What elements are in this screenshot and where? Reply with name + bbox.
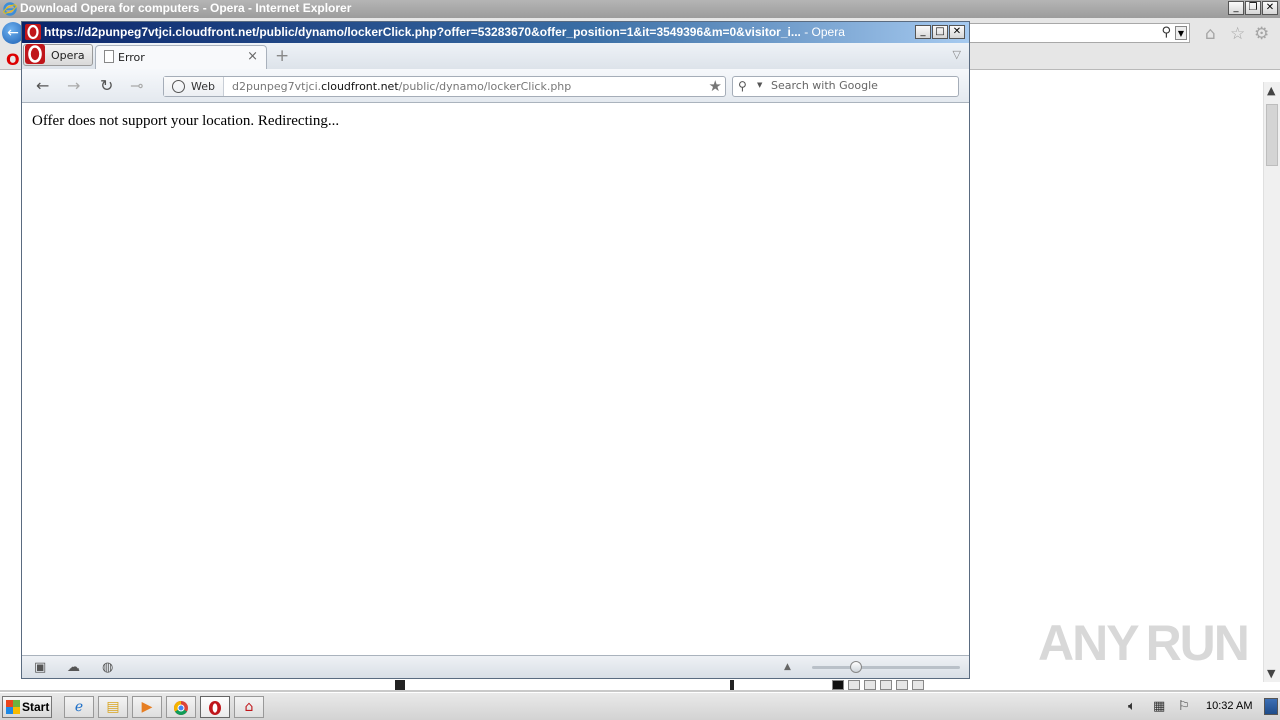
opera-turbo-gauge-icon[interactable]: ◍ [102,660,113,675]
ie-scroll-thumb[interactable] [1266,104,1278,166]
page-icon [880,680,892,690]
page-icon [848,680,860,690]
taskbar-opera-installer-icon[interactable]: ⌂ [234,696,264,718]
zoom-menu-arrow-icon[interactable]: ▲ [784,662,791,672]
home-icon[interactable]: ⌂ [1205,24,1216,44]
page-divider [730,680,734,690]
favorites-star-icon[interactable]: ☆ [1230,24,1245,44]
ie-search-icon[interactable]: ⚲ [1161,25,1171,40]
bookmark-star-icon[interactable]: ★ [709,77,722,95]
opera-titlebar[interactable]: https://d2punpeg7vtjci.cloudfront.net/pu… [22,22,969,43]
scroll-up-arrow-icon[interactable]: ▲ [1267,84,1275,97]
tab-list-chevron-icon[interactable]: ▽ [953,48,961,61]
search-box[interactable]: ⚲ ▼ [732,76,959,97]
taskbar-opera-icon[interactable] [200,696,230,718]
address-bar[interactable]: Web d2punpeg7vtjci.cloudfront.net/public… [163,76,726,97]
opera-window: https://d2punpeg7vtjci.cloudfront.net/pu… [21,21,970,679]
opera-taskbar-logo-icon [209,701,221,715]
address-url[interactable]: d2punpeg7vtjci.cloudfront.net/public/dyn… [232,80,571,93]
ie-vertical-scrollbar[interactable]: ▲ ▼ [1263,82,1280,682]
key-icon[interactable]: ⊸ [130,76,143,95]
watermark-text-left: ANY [1038,615,1140,671]
ie-address-dropdown-icon[interactable]: ▼ [1175,26,1187,40]
ie-titlebar: Download Opera for computers - Opera - I… [0,0,1280,18]
taskbar-file-explorer-icon[interactable]: ▤ [98,696,128,718]
gear-icon[interactable]: ⚙ [1254,24,1269,44]
opera-navigation-bar: ← → ↻ ⊸ Web d2punpeg7vtjci.cloudfront.ne… [22,69,969,103]
opera-menu-button[interactable]: Opera [23,44,93,66]
taskbar-internet-explorer-icon[interactable]: ℯ [64,696,94,718]
ie-close-button[interactable]: ✕ [1262,1,1278,15]
action-center-flag-icon[interactable]: ⚐ [1178,699,1190,714]
opera-status-bar: ▣ ☁ ◍ ▲ [22,655,969,678]
search-input[interactable] [771,79,951,92]
taskbar-chrome-icon[interactable] [166,696,196,718]
ie-page-content-fragment [395,680,930,690]
chrome-logo-icon [174,701,188,715]
show-desktop-button[interactable] [1264,698,1278,715]
scroll-down-arrow-icon[interactable]: ▼ [1267,667,1275,680]
opera-window-controls: _ □ ✕ [915,25,965,39]
zoom-slider[interactable] [812,661,960,673]
tab-title: Error [118,51,145,64]
page-icon [864,680,876,690]
page-message: Offer does not support your location. Re… [32,113,340,129]
taskbar-media-player-icon[interactable]: ▶ [132,696,162,718]
opera-maximize-button[interactable]: □ [932,25,948,39]
opera-title-suffix: - Opera [800,25,845,39]
opera-logo-icon [25,24,41,40]
start-label: Start [22,700,50,714]
ie-restore-button[interactable]: ❐ [1245,1,1261,15]
address-security-badge[interactable]: Web [164,77,224,96]
page-icon-strip [832,680,940,690]
panel-toggle-icon[interactable]: ▣ [34,660,46,675]
internet-explorer-icon [3,2,17,16]
opera-title-url: https://d2punpeg7vtjci.cloudfront.net/pu… [44,25,801,39]
search-icon[interactable]: ⚲ [738,79,747,93]
ie-window-title: Download Opera for computers - Opera - I… [20,1,352,15]
page-icon [912,680,924,690]
ie-tab-opera-icon[interactable]: O [6,50,20,69]
opera-tabbar: Opera Error × + ▽ [22,43,969,69]
document-icon [104,50,114,63]
opera-menu-logo-icon [25,44,45,64]
page-icon [896,680,908,690]
network-icon[interactable]: ▦ [1153,699,1165,714]
system-tray: 🔈︎ ▦ ⚐ 10:32 AM [1120,694,1280,720]
search-engine-dropdown-icon[interactable]: ▼ [757,81,762,89]
ie-window-controls: _ ❐ ✕ [1228,1,1278,15]
page-content: Offer does not support your location. Re… [22,103,969,655]
reload-icon[interactable]: ↻ [100,76,113,95]
opera-minimize-button[interactable]: _ [915,25,931,39]
opera-menu-label: Opera [51,49,85,62]
start-button[interactable]: Start [2,696,52,718]
opera-unite-cloud-icon[interactable]: ☁ [67,660,80,675]
url-domain: cloudfront.net [321,80,399,93]
new-tab-plus-icon[interactable]: + [275,46,289,66]
address-badge-label: Web [191,80,215,93]
clock[interactable]: 10:32 AM [1206,700,1252,712]
taskbar: Start ℯ ▤ ▶ ⌂ 🔈︎ ▦ ⚐ 10:32 AM [0,692,1280,720]
forward-arrow-icon[interactable]: → [67,76,80,95]
back-arrow-icon[interactable]: ← [36,76,49,95]
watermark-text-right: RUN [1145,615,1250,671]
tab-close-icon[interactable]: × [247,49,258,64]
anyrun-watermark: ANY RUN [1038,608,1250,678]
page-icon [832,680,844,690]
zoom-slider-thumb[interactable] [850,661,862,673]
url-subdomain: d2punpeg7vtjci. [232,80,322,93]
opera-close-button[interactable]: ✕ [949,25,965,39]
volume-icon[interactable]: 🔈︎ [1128,699,1136,714]
ie-minimize-button[interactable]: _ [1228,1,1244,15]
windows-logo-icon [6,700,20,714]
tab-error[interactable]: Error × [95,45,267,69]
opera-window-title: https://d2punpeg7vtjci.cloudfront.net/pu… [44,25,845,39]
globe-icon [172,80,185,93]
url-path: /public/dynamo/lockerClick.php [398,80,572,93]
ie-address-bar[interactable]: ⚲ ▼ [968,23,1190,43]
